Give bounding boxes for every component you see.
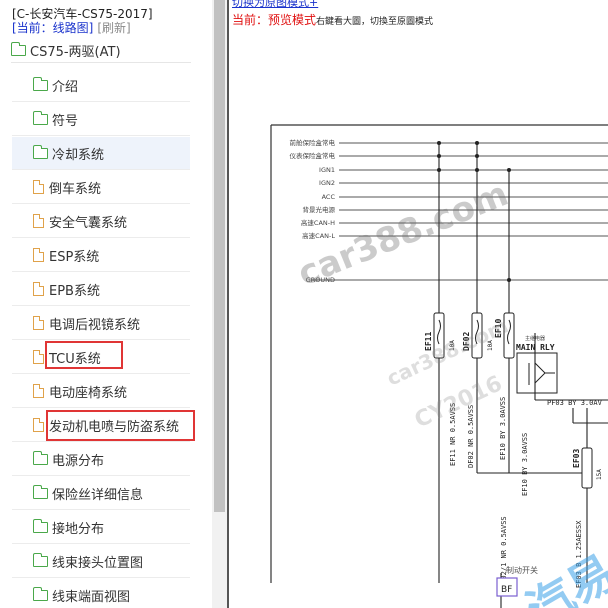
tree-item[interactable]: EPB系统	[12, 273, 190, 306]
status-hint: 右鍵看大圖，切換至原圖模式	[316, 17, 434, 27]
file-icon	[33, 180, 44, 194]
sidebar-tree: [C-长安汽车-CS75-2017] [当前：线路图] [刷新] CS75-两驱(…	[0, 0, 212, 608]
tree-item[interactable]: 倒车系统	[12, 171, 190, 204]
rail-label: 前舱保险盒常电	[290, 138, 336, 147]
folder-icon	[33, 484, 48, 499]
file-icon	[33, 384, 44, 398]
tree-item-label: 电源分布	[52, 453, 105, 469]
mode-status: 当前：预览模式右鍵看大圖，切換至原圖模式	[232, 11, 433, 28]
fuse-label: EF03	[572, 449, 581, 468]
tree-item-label: 保险丝详细信息	[52, 487, 144, 503]
tree-item-label: 电动座椅系统	[49, 385, 128, 401]
tree-item-label: 接地分布	[52, 521, 105, 537]
wire-label: PF03 BY 3.0AV	[547, 399, 603, 407]
relay-label: MAIN RLY	[516, 343, 555, 352]
scrollbar-thumb[interactable]	[214, 0, 225, 512]
file-icon	[33, 316, 44, 330]
connector-box-label: BF	[501, 585, 512, 595]
folder-open-icon	[11, 42, 26, 56]
rail-label: IGN2	[319, 179, 335, 187]
tree-item-label: 介绍	[52, 79, 79, 95]
toggle-original-mode-link[interactable]: 切换为原图模式+	[232, 0, 318, 10]
file-icon	[33, 214, 44, 228]
tree-root-node[interactable]: CS75-两驱(AT)	[11, 39, 191, 63]
status-mode: 预览模式	[268, 13, 317, 27]
rail-label: ACC	[322, 193, 336, 201]
tree-item[interactable]: 安全气囊系统	[12, 205, 190, 238]
tree-item[interactable]: 介绍	[12, 69, 190, 102]
tree-item[interactable]: 电源分布	[12, 443, 190, 476]
tree-item[interactable]: 接地分布	[12, 511, 190, 544]
tree-item-label: 倒车系统	[49, 181, 102, 197]
tree-item[interactable]: ESP系统	[12, 239, 190, 272]
tree-item-label: 线束端面视图	[52, 589, 131, 605]
tree-item[interactable]: 保险丝详细信息	[12, 477, 190, 510]
rail-label: 背景光电源	[303, 205, 336, 214]
tree-root-label: CS75-两驱(AT)	[30, 45, 121, 60]
file-icon	[33, 350, 44, 364]
tree-item[interactable]: TCU系统	[12, 341, 190, 374]
tree-item-label: EPB系统	[49, 283, 100, 299]
rail-label: 高速CAN-L	[302, 231, 335, 240]
relay-sublabel: 主继电器	[525, 335, 545, 342]
tree-item[interactable]: 符号	[12, 103, 190, 136]
fuse-rating: 15A	[596, 469, 603, 480]
folder-icon	[33, 450, 48, 465]
tree-item-label: 线束接头位置图	[52, 555, 144, 571]
folder-icon	[33, 518, 48, 533]
status-label: 当前：	[232, 13, 269, 27]
wiring-diagram[interactable]: 前舱保险盒常电 仪表保险盒常电 IGN1 IGN2 ACC 背景光电源 高速CA…	[229, 28, 608, 608]
tree-item[interactable]: 冷却系统	[12, 137, 190, 170]
wire-label: EF10 BY 3.0AVSS	[499, 397, 507, 460]
tree-item-label: TCU系统	[49, 351, 101, 367]
tree-item[interactable]: 线束端面视图	[12, 579, 190, 608]
tree-item-label: 发动机电喷与防盗系统	[49, 419, 180, 435]
watermark: 汽易	[518, 545, 608, 608]
tree-item-label: 符号	[52, 113, 79, 129]
diagram-viewer: 切换为原图模式+ 当前：预览模式右鍵看大圖，切換至原圖模式 前舱保险盒常电 仪表…	[229, 0, 608, 608]
folder-icon	[33, 144, 48, 159]
tree-item-label: ESP系统	[49, 249, 100, 265]
tree-item[interactable]: 电动座椅系统	[12, 375, 190, 408]
connector-label: 制动开关	[506, 565, 538, 575]
tree-item[interactable]: 发动机电喷与防盗系统	[12, 409, 190, 442]
tree-item-label: 安全气囊系统	[49, 215, 128, 231]
breadcrumb-current[interactable]: [当前：线路图]	[12, 21, 93, 35]
breadcrumb-title: [C-长安汽车-CS75-2017]	[12, 7, 153, 21]
folder-icon	[33, 552, 48, 567]
refresh-link[interactable]: [刷新]	[97, 21, 130, 35]
tree-item[interactable]: 电调后视镜系统	[12, 307, 190, 340]
tree-item-label: 冷却系统	[52, 147, 105, 163]
folder-icon	[33, 76, 48, 91]
breadcrumb: [当前：线路图] [刷新]	[12, 21, 131, 35]
rail-label: IGN1	[319, 166, 335, 174]
wire-label: DF02/1 NR 0.5AVSS	[500, 516, 508, 588]
file-icon	[33, 418, 44, 432]
watermark: CY2016	[411, 371, 506, 433]
tree-item-label: 电调后视镜系统	[49, 317, 141, 333]
file-icon	[33, 248, 44, 262]
folder-icon	[33, 110, 48, 125]
tree-item[interactable]: 线束接头位置图	[12, 545, 190, 578]
file-icon	[33, 282, 44, 296]
rail-label: 仪表保险盒常电	[290, 151, 336, 160]
wire-label: EF10 BY 3.0AVSS	[521, 433, 529, 496]
wire-label: DF02 NR 0.5AVSS	[467, 405, 475, 468]
folder-icon	[33, 586, 48, 601]
rail-label: 高速CAN-H	[301, 218, 335, 227]
